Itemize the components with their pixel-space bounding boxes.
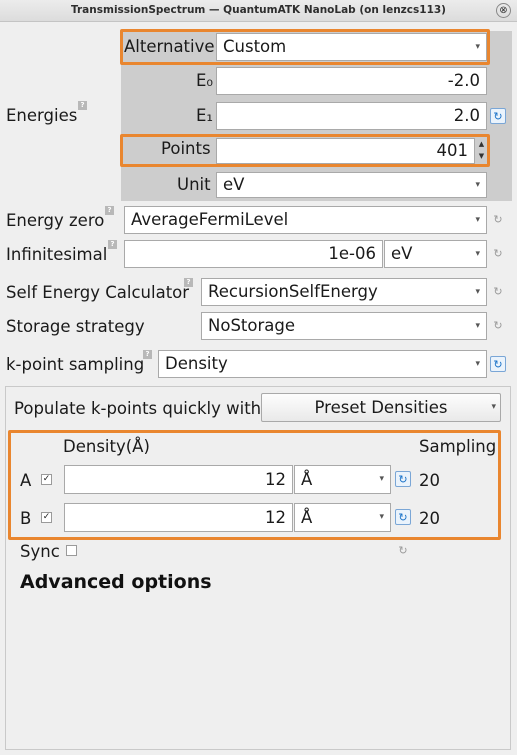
storage-value: NoStorage <box>208 316 295 335</box>
unit-value: eV <box>223 175 245 194</box>
axis-b-density-input[interactable]: 12 <box>64 503 293 532</box>
axis-a-checkbox[interactable]: ✓ <box>41 474 52 485</box>
energy-zero-dropdown[interactable]: AverageFermiLevel ▾ <box>124 206 487 234</box>
infinitesimal-unit-dropdown[interactable]: eV ▾ <box>384 240 487 268</box>
chevron-down-icon: ▾ <box>379 474 384 484</box>
chevron-down-icon: ▾ <box>475 359 480 369</box>
storage-dropdown[interactable]: NoStorage ▾ <box>201 312 487 340</box>
self-energy-dropdown[interactable]: RecursionSelfEnergy ▾ <box>201 278 487 306</box>
chevron-down-icon: ▾ <box>491 402 496 412</box>
kpoint-value: Density <box>165 354 228 373</box>
energy-zero-label: Energy zero <box>6 211 105 230</box>
chevron-down-icon: ▾ <box>475 42 480 52</box>
axis-b-sampling: 20 <box>419 509 440 528</box>
unit-label: Unit <box>177 175 211 194</box>
chevron-down-icon: ▾ <box>379 512 384 522</box>
infinitesimal-help-icon[interactable]: ? <box>108 240 117 249</box>
axis-a-unit-dropdown[interactable]: Å ▾ <box>294 465 391 494</box>
sync-reset-icon[interactable]: ↻ <box>395 543 411 559</box>
energies-label: Energies <box>6 106 78 125</box>
axis-b-checkbox[interactable]: ✓ <box>41 512 52 523</box>
storage-reset-icon[interactable]: ↻ <box>490 318 506 334</box>
kpoint-reset-icon[interactable]: ↻ <box>490 356 506 372</box>
chevron-down-icon: ▾ <box>475 321 480 331</box>
axis-b-label: B <box>20 509 32 528</box>
axis-a-label: A <box>20 471 32 490</box>
self-energy-reset-icon[interactable]: ↻ <box>490 284 506 300</box>
axis-a-unit-value: Å <box>301 470 313 489</box>
sync-label: Sync <box>20 542 60 561</box>
populate-label: Populate k-points quickly with <box>14 399 262 418</box>
axis-a-sampling: 20 <box>419 471 440 490</box>
energy-zero-reset-icon[interactable]: ↻ <box>490 212 506 228</box>
infinitesimal-label: Infinitesimal <box>6 245 108 264</box>
e1-reset-icon[interactable]: ↻ <box>490 108 506 124</box>
advanced-options-heading[interactable]: Advanced options <box>20 571 212 593</box>
title-bar: TransmissionSpectrum — QuantumATK NanoLa… <box>0 0 517 22</box>
energy-zero-value: AverageFermiLevel <box>131 210 289 229</box>
unit-dropdown[interactable]: eV ▾ <box>216 172 487 198</box>
storage-label: Storage strategy <box>6 317 145 336</box>
points-spinner[interactable]: ▲ ▼ <box>476 138 487 164</box>
infinitesimal-input[interactable]: 1e-06 <box>124 240 383 268</box>
points-input[interactable]: 401 <box>216 138 475 164</box>
axis-a-density-input[interactable]: 12 <box>64 465 293 494</box>
kpoint-dropdown[interactable]: Density ▾ <box>158 350 487 378</box>
close-icon[interactable]: ⊗ <box>496 3 511 18</box>
kpoint-help-icon[interactable]: ? <box>143 350 152 359</box>
axis-a-reset-icon[interactable]: ↻ <box>395 471 411 487</box>
chevron-down-icon: ▾ <box>475 287 480 297</box>
axis-b-unit-value: Å <box>301 508 313 527</box>
kpoint-label: k-point sampling <box>6 355 145 374</box>
preset-densities-label: Preset Densities <box>314 398 448 417</box>
sampling-column-header: Sampling <box>419 437 497 456</box>
alternative-label: Alternative <box>124 37 215 56</box>
e0-input[interactable]: -2.0 <box>216 67 487 95</box>
spin-down-icon[interactable]: ▼ <box>476 150 487 162</box>
chevron-down-icon: ▾ <box>475 249 480 259</box>
chevron-down-icon: ▾ <box>475 180 480 190</box>
energy-zero-help-icon[interactable]: ? <box>105 206 114 215</box>
energies-help-icon[interactable]: ? <box>78 101 87 110</box>
preset-densities-button[interactable]: Preset Densities ▾ <box>261 393 501 422</box>
density-column-header: Density(Å) <box>63 437 150 456</box>
chevron-down-icon: ▾ <box>475 215 480 225</box>
self-energy-value: RecursionSelfEnergy <box>208 282 378 301</box>
e0-label: E₀ <box>196 71 214 90</box>
points-label: Points <box>161 139 211 158</box>
infinitesimal-unit-value: eV <box>391 244 413 263</box>
sync-checkbox[interactable] <box>66 545 77 556</box>
axis-b-unit-dropdown[interactable]: Å ▾ <box>294 503 391 532</box>
axis-b-reset-icon[interactable]: ↻ <box>395 509 411 525</box>
spin-up-icon[interactable]: ▲ <box>476 138 487 150</box>
alternative-value: Custom <box>223 37 287 56</box>
self-energy-label: Self Energy Calculator <box>6 283 190 302</box>
alternative-dropdown[interactable]: Custom ▾ <box>216 33 487 61</box>
window-title: TransmissionSpectrum — QuantumATK NanoLa… <box>71 4 446 16</box>
e1-input[interactable]: 2.0 <box>216 102 487 130</box>
infinitesimal-reset-icon[interactable]: ↻ <box>490 246 506 262</box>
self-energy-help-icon[interactable]: ? <box>184 278 193 287</box>
e1-label: E₁ <box>196 106 214 125</box>
